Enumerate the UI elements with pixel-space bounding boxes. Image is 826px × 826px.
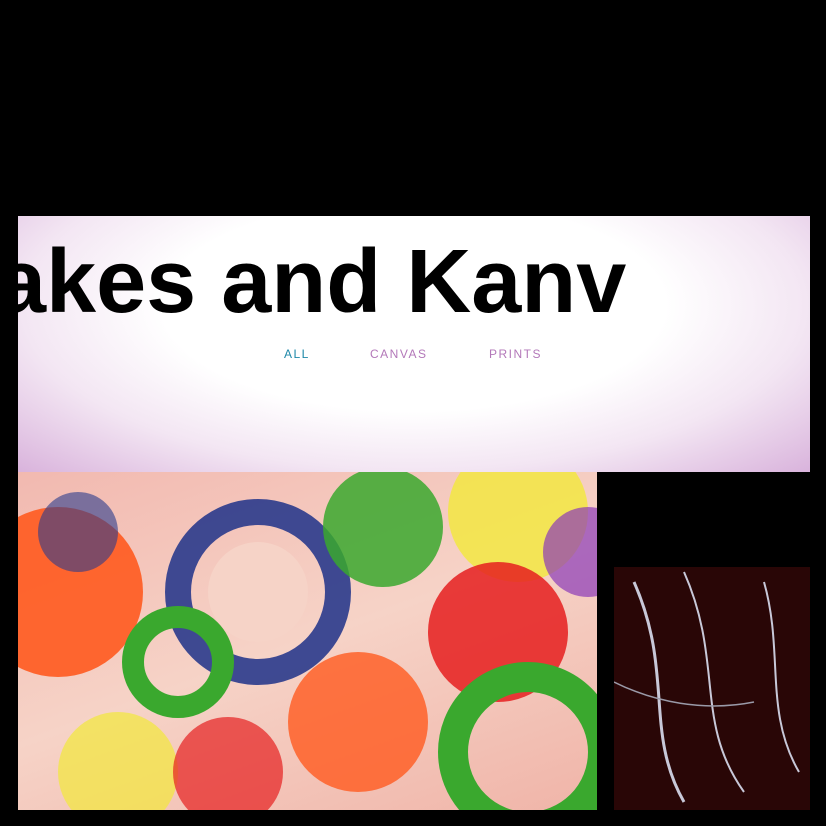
filter-prints[interactable]: PRINTS (489, 344, 542, 364)
dark-painting-image (614, 472, 810, 810)
site-header: akes and Kanv ALL CANVAS PRINTS (18, 216, 810, 472)
top-black-band (0, 0, 826, 216)
gallery-tile-dark-painting[interactable] (614, 472, 810, 810)
gallery-grid (18, 472, 810, 812)
painting-circles-image (18, 472, 597, 810)
filter-canvas[interactable]: CANVAS (370, 344, 427, 364)
filter-all[interactable]: ALL (284, 344, 310, 364)
gallery-tile-painting-circles[interactable] (18, 472, 597, 810)
category-filter-nav: ALL CANVAS PRINTS (18, 344, 810, 364)
site-title-text: akes and Kanv (18, 232, 627, 332)
site-title[interactable]: akes and Kanv (18, 232, 810, 332)
